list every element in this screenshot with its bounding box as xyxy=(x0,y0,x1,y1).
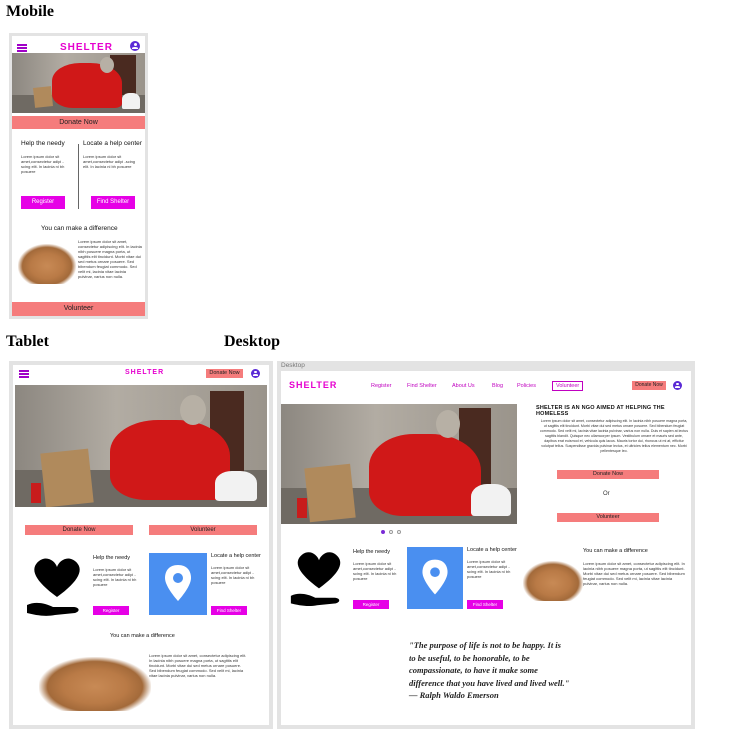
nav-about-us[interactable]: About Us xyxy=(452,383,475,389)
carousel-dot-1[interactable] xyxy=(381,530,385,534)
locate-title: Locate a help center xyxy=(83,140,142,147)
locate-text: Lorem ipsum dolor sit amet,consectetur a… xyxy=(83,154,136,169)
ngo-headline: SHELTER IS AN NGO AIMED AT HELPING THE H… xyxy=(536,405,665,417)
find-shelter-button[interactable]: Find Shelter xyxy=(211,606,247,615)
desktop-screen: SHELTER Register Find Shelter About Us B… xyxy=(281,371,691,725)
difference-title: You can make a difference xyxy=(583,548,648,554)
heart-hand-icon xyxy=(27,558,80,616)
mobile-frame: SHELTER Donate Now Help the needy Lorem … xyxy=(9,33,148,319)
help-needy-title: Help the needy xyxy=(93,555,130,561)
quote-line-4: difference that you have lived and lived… xyxy=(409,677,570,688)
help-needy-text: Lorem ipsum dolor sit amet,consectetur a… xyxy=(21,154,65,174)
carousel-dot-3[interactable] xyxy=(397,530,401,534)
header-donate-button[interactable]: Donate Now xyxy=(632,381,666,390)
register-button[interactable]: Register xyxy=(21,196,65,209)
nav-policies[interactable]: Policies xyxy=(517,383,536,389)
brand-logo[interactable]: SHELTER xyxy=(125,369,164,376)
find-shelter-button[interactable]: Find Shelter xyxy=(91,196,135,209)
find-shelter-button[interactable]: Find Shelter xyxy=(467,600,503,609)
or-label: Or xyxy=(603,491,610,497)
tablet-heading: Tablet xyxy=(6,333,49,350)
avatar-icon[interactable] xyxy=(251,369,260,378)
volunteer-button[interactable]: Volunteer xyxy=(557,513,659,522)
location-pin-icon xyxy=(407,547,463,609)
help-needy-text: Lorem ipsum dolor sit amet,consectetur a… xyxy=(353,561,397,581)
volunteer-button[interactable]: Volunteer xyxy=(12,302,145,316)
quote-line-2: to be useful, to be honorable, to be xyxy=(409,652,530,663)
hands-image xyxy=(39,657,151,711)
locate-title: Locate a help center xyxy=(211,553,261,559)
register-button[interactable]: Register xyxy=(93,606,129,615)
brand-logo[interactable]: SHELTER xyxy=(60,42,113,53)
brand-logo[interactable]: SHELTER xyxy=(289,380,337,390)
difference-text: Lorem ipsum dolor sit amet, consectetur … xyxy=(583,561,685,586)
donate-button[interactable]: Donate Now xyxy=(25,525,133,535)
mobile-screen: SHELTER Donate Now Help the needy Lorem … xyxy=(12,36,145,316)
locate-text: Lorem ipsum dolor sit amet,consectetur a… xyxy=(211,565,255,585)
difference-title: You can make a difference xyxy=(41,225,118,232)
avatar-icon[interactable] xyxy=(673,381,682,390)
nav-find-shelter[interactable]: Find Shelter xyxy=(407,383,437,389)
mobile-heading: Mobile xyxy=(6,3,54,20)
locate-text: Lorem ipsum dolor sit amet,consectetur a… xyxy=(467,559,511,579)
difference-title: You can make a difference xyxy=(110,633,175,639)
hero-image xyxy=(15,385,267,507)
locate-title: Locate a help center xyxy=(467,547,517,553)
header-donate-button[interactable]: Donate Now xyxy=(206,369,243,378)
frame-label: Desktop xyxy=(281,362,305,369)
donate-button[interactable]: Donate Now xyxy=(557,470,659,479)
tablet-frame: SHELTER Donate Now Donate Now Volunteer … xyxy=(9,361,273,729)
donate-button[interactable]: Donate Now xyxy=(12,116,145,129)
register-button[interactable]: Register xyxy=(353,600,389,609)
quote-line-1: "The purpose of life is not to be happy.… xyxy=(409,640,561,650)
nav-register[interactable]: Register xyxy=(371,383,391,389)
menu-icon[interactable] xyxy=(19,370,29,378)
avatar-icon[interactable] xyxy=(130,41,140,51)
ngo-text: Lorem ipsum dolor sit amet, consectetur … xyxy=(539,419,689,453)
desktop-frame: Desktop SHELTER Register Find Shelter Ab… xyxy=(277,361,695,729)
hands-image xyxy=(523,561,583,601)
quote-line-3: compassionate, to have it make some xyxy=(409,665,538,675)
nav-volunteer[interactable]: Volunteer xyxy=(552,381,584,391)
difference-text: Lorem ipsum dolor sit amet, consectetur … xyxy=(149,653,247,678)
help-needy-title: Help the needy xyxy=(21,140,65,147)
help-needy-title: Help the needy xyxy=(353,549,390,555)
quote-block: "The purpose of life is not to be happy.… xyxy=(409,639,609,702)
carousel-dot-2[interactable] xyxy=(389,530,393,534)
column-divider xyxy=(78,144,79,209)
hero-image xyxy=(12,53,145,113)
location-pin-icon xyxy=(149,553,207,615)
volunteer-button[interactable]: Volunteer xyxy=(149,525,257,535)
help-needy-text: Lorem ipsum dolor sit amet,consectetur a… xyxy=(93,567,137,587)
hero-image xyxy=(281,404,517,524)
quote-author: — Ralph Waldo Emerson xyxy=(409,690,499,700)
hands-image xyxy=(18,244,76,284)
menu-icon[interactable] xyxy=(17,44,27,52)
heart-hand-icon xyxy=(290,552,341,606)
difference-text: Lorem ipsum dolor sit amet, consectetur … xyxy=(78,239,142,279)
desktop-heading: Desktop xyxy=(224,333,281,350)
nav-blog[interactable]: Blog xyxy=(492,383,503,389)
tablet-screen: SHELTER Donate Now Donate Now Volunteer … xyxy=(13,365,269,725)
